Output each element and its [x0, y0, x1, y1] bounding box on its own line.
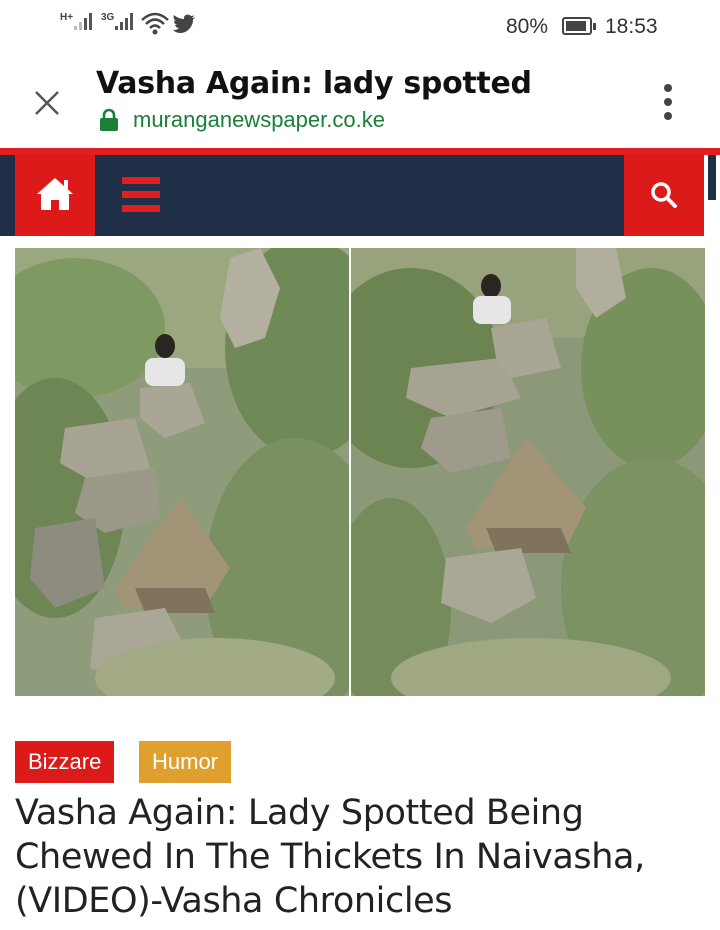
nav-edge-right [704, 155, 720, 236]
home-button[interactable] [15, 155, 95, 236]
photo-panel-left [15, 248, 349, 696]
battery-percent: 80% [506, 15, 549, 38]
site-navigation [0, 155, 720, 236]
search-button[interactable] [624, 155, 704, 236]
search-icon [651, 182, 677, 208]
home-icon [37, 178, 73, 210]
wifi-icon [141, 12, 169, 35]
lock-icon [100, 108, 118, 131]
twitter-icon [173, 14, 195, 33]
close-button[interactable] [30, 86, 64, 120]
close-icon [35, 91, 59, 115]
page-title: Vasha Again: lady spotted [96, 66, 532, 101]
browser-toolbar: Vasha Again: lady spotted muranganewspap… [0, 52, 720, 148]
signal-icon: H+ [60, 12, 93, 30]
article-featured-image[interactable] [15, 248, 705, 696]
battery-icon [562, 17, 596, 35]
photo-panel-right [351, 248, 705, 696]
category-tag-humor[interactable]: Humor [139, 741, 232, 783]
url-domain[interactable]: muranganewspaper.co.ke [133, 107, 385, 133]
hamburger-menu-icon[interactable] [122, 177, 160, 215]
signal-icon-2: 3G [101, 12, 134, 30]
nav-accent-line [0, 148, 720, 155]
status-bar: H+ 3G 80% 18:53 [0, 0, 720, 52]
article-headline[interactable]: Vasha Again: Lady Spotted Being Chewed I… [15, 791, 705, 923]
clock: 18:53 [605, 15, 658, 38]
more-menu-button[interactable] [656, 82, 680, 122]
category-tag-bizzare[interactable]: Bizzare [15, 741, 115, 783]
network-type-1: H+ [60, 12, 74, 23]
nav-edge [0, 155, 15, 236]
network-type-2: 3G [101, 12, 115, 23]
